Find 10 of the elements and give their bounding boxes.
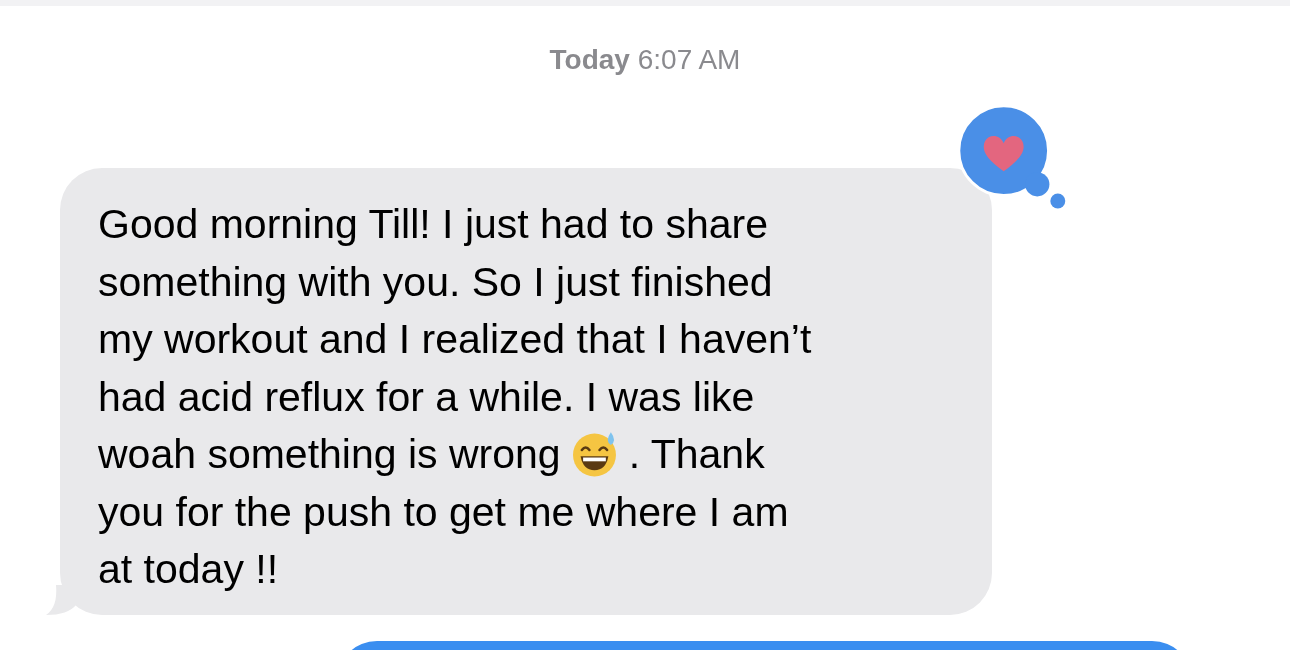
message-bubble[interactable] [60,168,992,615]
message-text: something with you. So I just finished [98,257,773,307]
message-text: woah something is wrong [98,430,561,479]
message-text: Good morning Till! I just had to share [98,200,768,249]
message-text: you for the push to get me where I am [98,487,789,537]
message-text: at today !! [98,545,279,594]
message-text: my workout and I realized that I haven’t [98,315,812,364]
message-text: had acid reflux for a while. I was like [98,372,755,422]
message-text: . Thank [628,430,765,479]
timestamp: Today 6:07 AM [548,44,742,77]
